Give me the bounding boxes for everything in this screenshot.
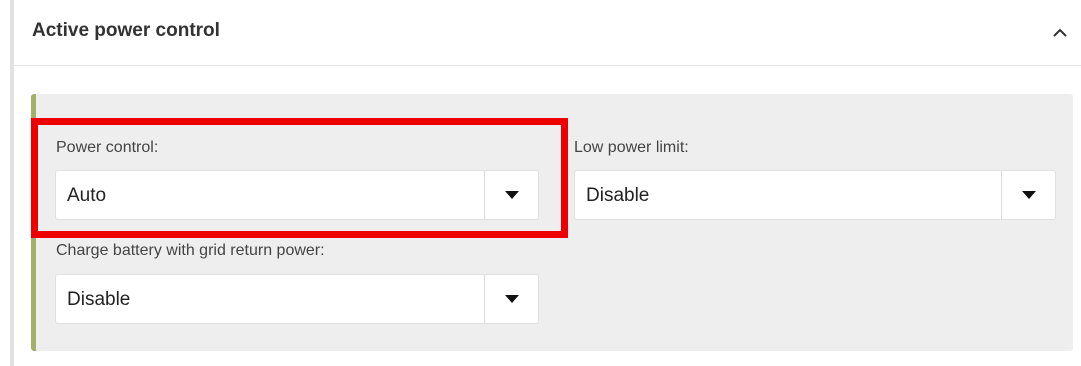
low-power-limit-label: Low power limit: (574, 139, 689, 156)
power-control-value: Auto (67, 185, 107, 206)
power-control-select[interactable]: Auto (55, 170, 539, 220)
chevron-up-icon (1053, 28, 1067, 37)
charge-battery-dropdown-button[interactable] (485, 275, 538, 323)
caret-down-icon (1021, 191, 1036, 199)
low-power-limit-value: Disable (586, 185, 650, 206)
low-power-limit-dropdown-button[interactable] (1002, 171, 1055, 219)
charge-battery-value: Disable (67, 289, 131, 310)
panel-title: Active power control (32, 20, 220, 41)
power-control-label: Power control: (56, 139, 159, 156)
power-control-dropdown-button[interactable] (485, 171, 538, 219)
charge-battery-select[interactable]: Disable (55, 274, 539, 324)
low-power-limit-select[interactable]: Disable (574, 170, 1056, 220)
collapse-button[interactable] (1045, 16, 1075, 50)
caret-down-icon (504, 191, 519, 199)
caret-down-icon (504, 295, 519, 303)
charge-battery-label: Charge battery with grid return power: (56, 242, 325, 259)
panel-header[interactable]: Active power control (14, 0, 1081, 66)
